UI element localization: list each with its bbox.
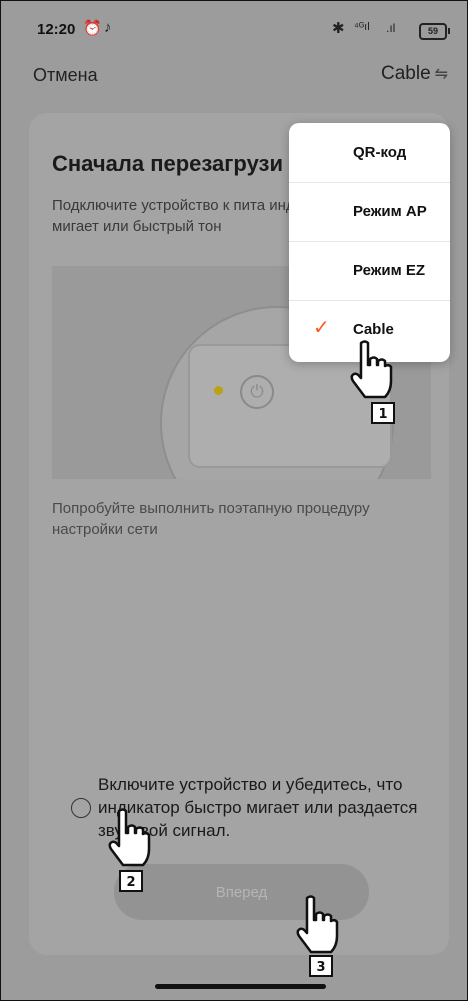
menu-item-label: QR-код [353, 144, 407, 161]
hand-pointer-icon [108, 808, 151, 867]
menu-item-label: Режим AP [353, 203, 427, 220]
cancel-button[interactable]: Отмена [33, 65, 98, 86]
alarm-icon: ⏰ [83, 20, 102, 37]
home-indicator[interactable] [155, 984, 326, 989]
swap-icon: ⇋ [434, 66, 449, 83]
step-marker: 1 [371, 402, 395, 424]
phone-screen: 12:20 ⏰ ♪ ✱ ⁴ᴳıl .ıl 59 Отмена Cable ⇋ Сн… [0, 0, 468, 1001]
tiktok-icon: ♪ [104, 19, 112, 36]
indicator-led-icon [214, 386, 223, 395]
hand-pointer-icon [350, 340, 393, 399]
signal-4g-icon: ⁴ᴳıl [354, 21, 370, 33]
menu-item-ez[interactable]: Режим EZ [289, 241, 450, 301]
mode-selector-label: Cable [381, 63, 431, 84]
hand-pointer-icon [296, 895, 339, 954]
step-marker: 3 [309, 955, 333, 977]
menu-item-label: Cable [353, 321, 394, 338]
bluetooth-icon: ✱ [332, 20, 345, 37]
status-bar: 12:20 ⏰ ♪ ✱ ⁴ᴳıl .ıl 59 [1, 1, 467, 61]
power-icon: ⏻ [240, 375, 274, 409]
checkmark-icon: ✓ [313, 317, 330, 339]
step-by-step-link[interactable]: Попробуйте выполнить поэтапную процедуру… [52, 498, 432, 540]
mode-dropdown-menu: QR-код Режим AP Режим EZ ✓ Cable [289, 123, 450, 362]
mode-selector[interactable]: Cable ⇋ [381, 63, 448, 85]
signal-icon: .ıl [386, 21, 396, 35]
menu-item-qr[interactable]: QR-код [289, 123, 450, 183]
battery-icon: 59 [419, 23, 450, 40]
status-time: 12:20 [37, 21, 76, 38]
page-title: Сначала перезагрузи [52, 151, 283, 176]
step-marker: 2 [119, 870, 143, 892]
menu-item-label: Режим EZ [353, 262, 426, 279]
confirm-radio[interactable] [71, 798, 91, 818]
menu-item-ap[interactable]: Режим AP [289, 182, 450, 242]
